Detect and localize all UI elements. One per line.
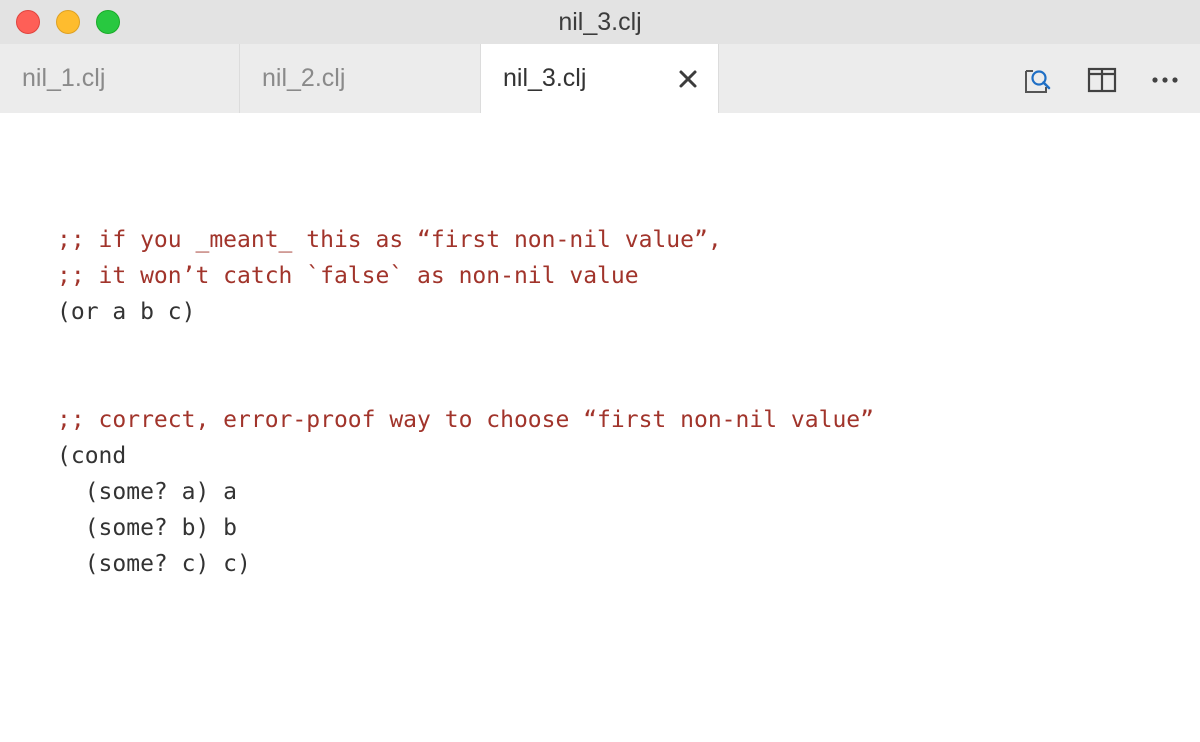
tab-bar: nil_1.clj nil_2.clj nil_3.clj — [0, 44, 1200, 113]
window-close-button[interactable] — [16, 10, 40, 34]
code-content[interactable]: ;; if you _meant_ this as “first non-nil… — [57, 186, 874, 582]
window-zoom-button[interactable] — [96, 10, 120, 34]
tab-nil-2[interactable]: nil_2.clj — [240, 44, 481, 113]
tab-nil-3-active[interactable]: nil_3.clj — [481, 44, 719, 113]
code-comment-line: ;; correct, error-proof way to choose “f… — [57, 407, 874, 433]
split-editor-icon[interactable] — [1087, 65, 1117, 95]
code-comment-line: ;; if you _meant_ this as “first non-nil… — [57, 227, 722, 253]
code-comment-line: ;; it won’t catch `false` as non-nil val… — [57, 263, 639, 289]
window-title: nil_3.clj — [558, 8, 642, 36]
code-editor[interactable]: ;; if you _meant_ this as “first non-nil… — [0, 113, 1200, 742]
tab-label: nil_2.clj — [262, 64, 346, 92]
code-line: (or a b c) — [57, 299, 196, 325]
code-line: (some? a) a — [57, 479, 238, 505]
code-line: (some? b) b — [57, 515, 238, 541]
tab-label: nil_1.clj — [22, 64, 106, 92]
close-icon[interactable] — [677, 68, 699, 90]
more-actions-icon[interactable] — [1150, 65, 1180, 95]
window-minimize-button[interactable] — [56, 10, 80, 34]
tab-label: nil_3.clj — [503, 64, 587, 92]
code-line: (cond — [57, 443, 127, 469]
find-in-file-icon[interactable] — [1022, 65, 1052, 95]
code-line: (some? c) c) — [57, 551, 251, 577]
tab-nil-1[interactable]: nil_1.clj — [0, 44, 240, 113]
editor-window: nil_3.clj nil_1.clj nil_2.clj nil_3.clj — [0, 0, 1200, 742]
title-bar[interactable]: nil_3.clj — [0, 0, 1200, 44]
